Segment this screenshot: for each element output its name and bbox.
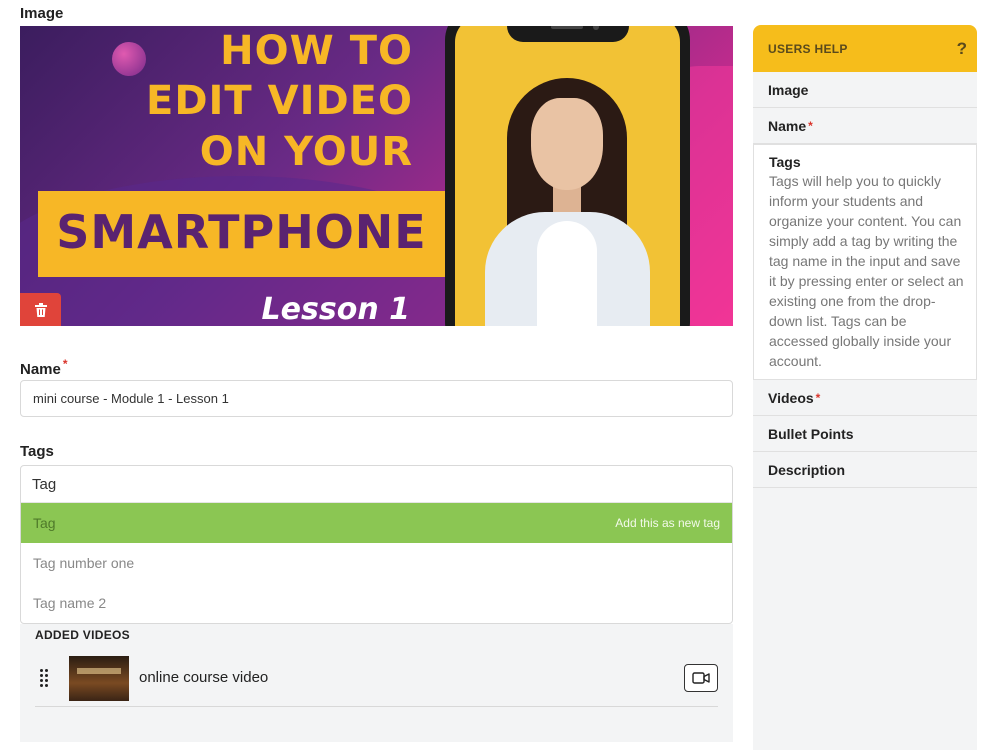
phone-screen	[455, 26, 680, 326]
add-new-tag-hint: Add this as new tag	[615, 516, 720, 530]
delete-image-button[interactable]	[20, 293, 61, 326]
tag-option-label: Tag number one	[33, 555, 135, 571]
drag-handle-icon[interactable]	[40, 669, 50, 689]
person-top	[537, 221, 597, 326]
phone-illustration	[445, 26, 690, 326]
users-help-panel: USERS HELP ? Image Name * Tags Tags will …	[753, 25, 977, 750]
thumbnail-headline-line3: ON YOUR	[199, 129, 413, 175]
image-label: Image	[20, 5, 64, 22]
help-item-description: Tags will help you to quickly inform you…	[769, 173, 964, 369]
tags-label: Tags	[20, 443, 54, 460]
tag-option-label: Tag	[33, 515, 56, 531]
users-help-title: USERS HELP	[768, 41, 848, 56]
help-item-label: Description	[768, 461, 846, 478]
name-label: Name *	[20, 357, 68, 378]
name-input-value: mini course - Module 1 - Lesson 1	[33, 391, 229, 406]
trash-icon	[34, 302, 47, 317]
help-item-label: Name	[768, 117, 807, 134]
tags-field: Tag Tag Add this as new tag Tag number o…	[20, 465, 733, 624]
video-title: online course video	[139, 669, 269, 686]
thumbnail-lesson-text: Lesson 1	[261, 292, 410, 326]
help-item-bullet-points[interactable]: Bullet Points	[753, 416, 977, 452]
help-item-tags[interactable]: Tags Tags will help you to quickly infor…	[753, 144, 977, 380]
help-item-description[interactable]: Description	[753, 452, 977, 488]
help-item-image[interactable]: Image	[753, 72, 977, 108]
required-asterisk: *	[62, 357, 68, 371]
help-item-label: Bullet Points	[768, 425, 854, 442]
thumbnail-banner: SMARTPHONE	[38, 191, 445, 277]
thumbnail-headline-line1: HOW TO	[220, 28, 413, 74]
video-thumbnail	[69, 656, 129, 701]
video-preview-button[interactable]	[684, 664, 718, 692]
added-videos-title: ADDED VIDEOS	[35, 628, 130, 642]
help-item-videos[interactable]: Videos *	[753, 380, 977, 416]
image-preview[interactable]: HOW TO EDIT VIDEO ON YOUR SMARTPHONE Les…	[20, 26, 733, 326]
added-videos-panel: ADDED VIDEOS online course video	[20, 624, 733, 742]
tags-input[interactable]: Tag	[21, 466, 732, 503]
phone-notch	[506, 26, 629, 42]
video-camera-icon	[692, 672, 710, 684]
tag-option-label: Tag name 2	[33, 595, 107, 611]
tags-input-value: Tag	[32, 475, 57, 493]
thumbnail-banner-text: SMARTPHONE	[56, 205, 427, 259]
tag-option-new[interactable]: Tag Add this as new tag	[21, 503, 732, 543]
users-help-header: USERS HELP ?	[753, 25, 977, 72]
name-input[interactable]: mini course - Module 1 - Lesson 1	[20, 380, 733, 417]
decorative-bubble	[112, 42, 146, 76]
person-face	[531, 98, 603, 190]
video-list-item: online course video	[35, 652, 718, 707]
tag-option[interactable]: Tag number one	[21, 543, 732, 583]
tag-option[interactable]: Tag name 2	[21, 583, 732, 623]
required-asterisk: *	[815, 390, 821, 405]
thumbnail-headline-line2: EDIT VIDEO	[146, 78, 413, 124]
help-item-name[interactable]: Name *	[753, 108, 977, 144]
help-item-label: Tags	[769, 154, 801, 170]
help-item-label: Image	[768, 81, 809, 98]
help-item-label: Videos	[768, 389, 814, 406]
help-question-icon[interactable]: ?	[957, 39, 967, 59]
required-asterisk: *	[808, 118, 813, 133]
name-label-text: Name	[20, 361, 61, 378]
